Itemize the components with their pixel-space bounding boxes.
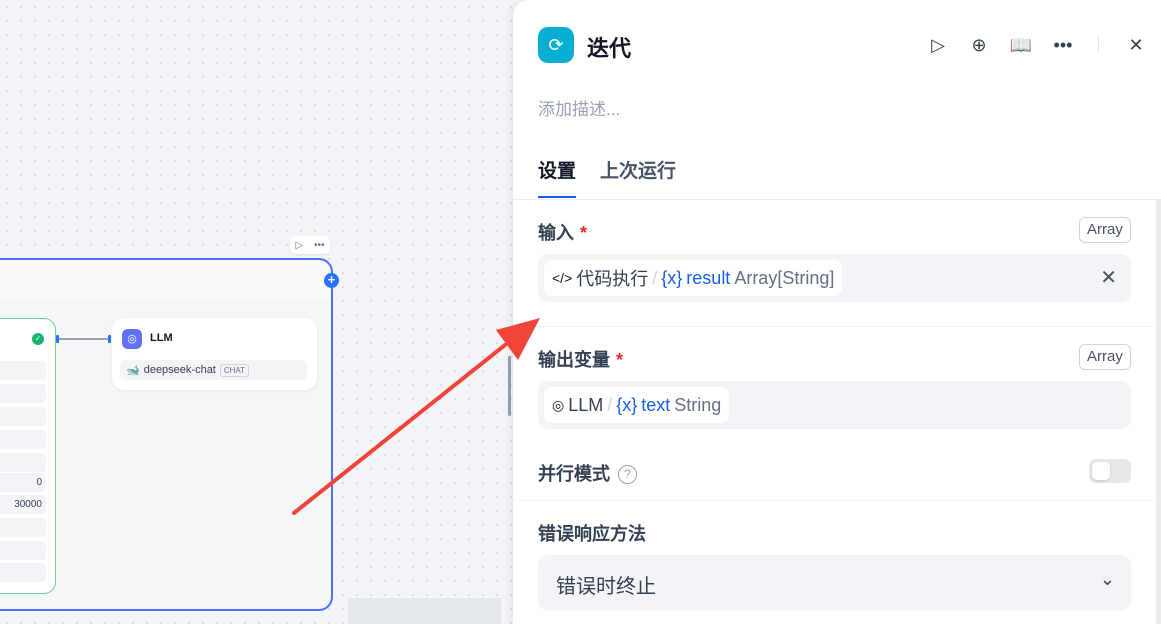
run-node-icon[interactable]: ▷ <box>295 240 303 251</box>
section-divider <box>513 326 1161 327</box>
code-node-row: 30000 <box>0 495 46 514</box>
input-label: 输入 <box>538 223 574 243</box>
canvas-overlay-block <box>348 598 501 624</box>
node-edge <box>58 338 110 340</box>
code-node-row <box>0 453 46 472</box>
code-node-row <box>0 407 46 426</box>
more-icon[interactable]: ••• <box>314 240 325 251</box>
code-icon: </> <box>552 270 573 286</box>
input-variable-field[interactable]: </> 代码执行 / {x} result Array[String] ✕ <box>538 254 1131 302</box>
tab-last-run[interactable]: 上次运行 <box>600 156 676 198</box>
description-input[interactable]: 添加描述... <box>538 95 620 120</box>
pill-separator: / <box>652 267 658 288</box>
output-label: 输出变量 <box>538 350 610 370</box>
help-icon[interactable]: ? <box>618 465 637 484</box>
parallel-mode-label: 并行模式 <box>538 464 610 484</box>
chevron-down-icon: ⌄ <box>1099 569 1115 589</box>
error-handling-value: 错误时终止 <box>556 576 656 598</box>
parallel-mode-section: 并行模式? <box>538 460 637 486</box>
required-mark: * <box>580 223 588 243</box>
variable-icon: {x} <box>616 394 638 415</box>
success-check-icon: ✓ <box>32 333 44 345</box>
output-type-chip: Array <box>1079 344 1131 370</box>
more-options-icon[interactable]: ••• <box>1050 32 1076 58</box>
close-icon[interactable]: ✕ <box>1123 32 1149 58</box>
code-node-row <box>0 563 46 582</box>
llm-icon: ◎ <box>122 329 142 349</box>
pill-node-name: 代码执行 <box>576 269 649 289</box>
parallel-mode-toggle[interactable] <box>1089 459 1131 483</box>
code-node-row <box>0 430 46 449</box>
required-mark: * <box>616 350 624 370</box>
code-node-row <box>0 518 46 537</box>
pill-node-name: LLM <box>568 394 604 415</box>
code-node-row: 0 <box>0 473 46 492</box>
panel-scrollbar[interactable] <box>1156 200 1161 624</box>
panel-tabs: 设置 上次运行 <box>538 156 676 198</box>
input-section-label: 输入 * <box>538 219 587 245</box>
iteration-icon: ⟳ <box>538 27 574 63</box>
docs-book-icon[interactable]: 📖 <box>1008 32 1034 58</box>
output-variable-field[interactable]: ◎ LLM / {x} text String <box>538 381 1131 429</box>
pill-variable-name: text <box>641 394 671 415</box>
error-handling-select[interactable]: 错误时终止 ⌄ <box>538 555 1131 609</box>
iteration-node-header <box>0 260 331 298</box>
deepseek-icon: 🐋 <box>126 364 140 377</box>
output-section-label: 输出变量 * <box>538 346 623 372</box>
input-type-chip: Array <box>1079 217 1131 243</box>
locate-icon[interactable]: ⊕ <box>966 32 992 58</box>
pill-variable-name: result <box>686 267 731 288</box>
panel-resize-handle[interactable] <box>508 356 511 416</box>
node-settings-panel: ⟳ 迭代 ▷ ⊕ 📖 ••• ✕ 添加描述... 设置 上次运行 输入 * Arr… <box>513 0 1161 624</box>
pill-variable-type: Array[String] <box>734 267 835 288</box>
edge-target-handle[interactable] <box>108 335 111 343</box>
code-node-row <box>0 541 46 560</box>
add-node-handle[interactable]: + <box>324 273 339 288</box>
code-node-row <box>0 384 46 403</box>
error-handling-label: 错误响应方法 <box>538 524 646 544</box>
model-mode-badge: CHAT <box>219 363 250 377</box>
workflow-canvas[interactable]: ▷ ••• + ✓ 0 30000 ◎ LLM 🐋 deepseek-chat … <box>0 0 520 624</box>
edge-source-handle[interactable] <box>56 335 59 343</box>
tabs-divider <box>513 199 1161 200</box>
model-name: deepseek-chat <box>143 364 216 376</box>
run-icon[interactable]: ▷ <box>925 32 951 58</box>
clear-icon[interactable]: ✕ <box>1100 267 1117 289</box>
section-divider <box>513 500 1161 501</box>
variable-icon: {x} <box>661 267 683 288</box>
input-variable-pill: </> 代码执行 / {x} result Array[String] <box>544 260 843 296</box>
llm-node[interactable]: ◎ LLM 🐋 deepseek-chat CHAT <box>112 318 317 390</box>
toggle-knob <box>1092 462 1110 480</box>
panel-title[interactable]: 迭代 <box>587 31 631 63</box>
header-divider <box>1098 34 1099 54</box>
output-variable-pill: ◎ LLM / {x} text String <box>544 387 730 423</box>
pill-separator: / <box>607 394 613 415</box>
llm-node-title: LLM <box>150 332 173 344</box>
code-node-row <box>0 361 46 380</box>
llm-icon: ◎ <box>552 396 565 413</box>
node-toolbar[interactable]: ▷ ••• <box>290 236 330 254</box>
pill-variable-type: String <box>674 394 722 415</box>
llm-model-selector[interactable]: 🐋 deepseek-chat CHAT <box>120 360 307 380</box>
tab-settings[interactable]: 设置 <box>538 156 577 198</box>
